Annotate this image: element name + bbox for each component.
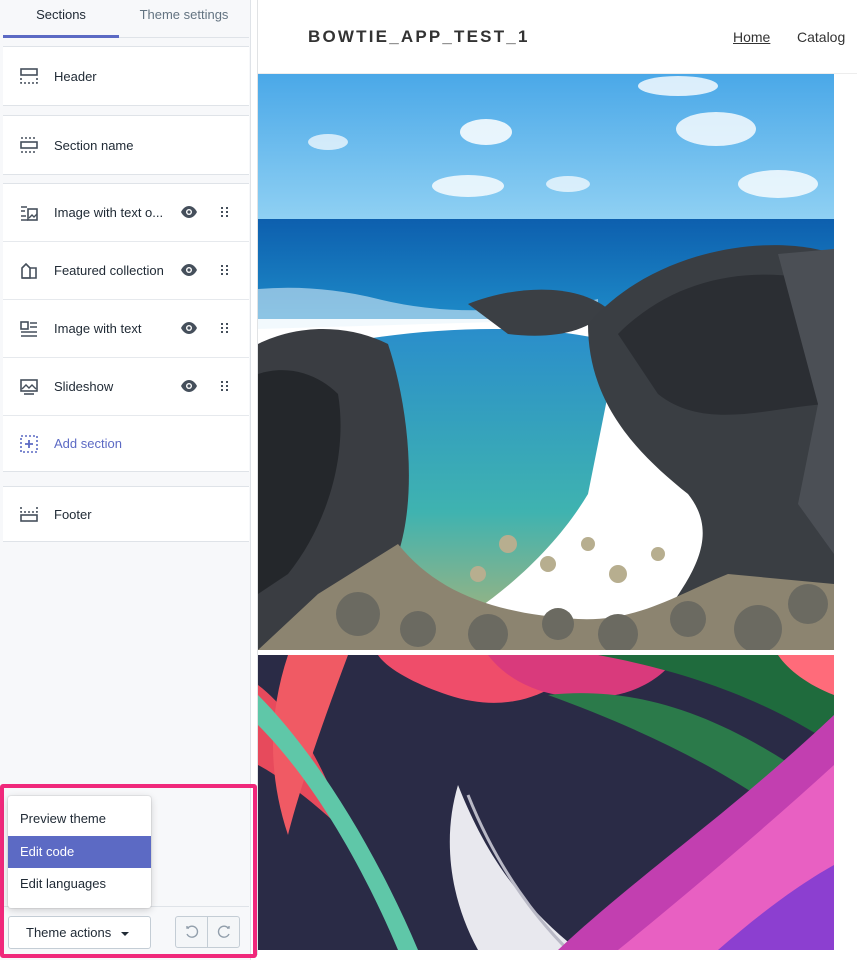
- image-with-text-icon: [18, 318, 40, 340]
- theme-actions-label: Theme actions: [26, 925, 112, 940]
- section-label: Section name: [54, 137, 134, 153]
- redo-icon: [217, 925, 230, 938]
- hero-image-lagoon: [258, 74, 834, 650]
- tab-theme-settings[interactable]: Theme settings: [119, 0, 249, 38]
- eye-icon[interactable]: [181, 379, 197, 393]
- add-section-icon: [18, 433, 40, 455]
- eye-icon[interactable]: [181, 321, 197, 335]
- section-label: Slideshow: [54, 379, 114, 394]
- nav-link-catalog[interactable]: Catalog: [797, 29, 845, 45]
- section-row-slideshow[interactable]: Slideshow: [3, 358, 249, 416]
- store-name[interactable]: BOWTIE_APP_TEST_1: [308, 27, 530, 47]
- section-row-image-with-text[interactable]: Image with text: [3, 300, 249, 358]
- tab-sections[interactable]: Sections: [3, 0, 119, 38]
- section-label: Image with text: [54, 321, 142, 336]
- header-layout-icon: [18, 65, 40, 87]
- add-section-label: Add section: [54, 436, 122, 451]
- section-row-footer[interactable]: Footer: [3, 487, 249, 541]
- slideshow-icon: [18, 376, 40, 398]
- sections-list: Image with text o... Featured collection: [3, 183, 249, 472]
- theme-actions-button[interactable]: Theme actions: [8, 916, 151, 949]
- preview-scroll-gutter: [834, 74, 857, 954]
- store-preview: BOWTIE_APP_TEST_1 Home Catalog: [257, 0, 857, 955]
- theme-actions-menu: Preview theme Edit code Edit languages: [8, 796, 151, 908]
- section-label: Footer: [54, 506, 92, 522]
- theme-editor: Sections Theme settings Header Section n…: [0, 0, 857, 960]
- drag-handle-icon[interactable]: [221, 321, 231, 335]
- section-row-section-name[interactable]: Section name: [3, 116, 249, 174]
- drag-handle-icon[interactable]: [221, 205, 231, 219]
- menu-item-edit-code[interactable]: Edit code: [8, 836, 151, 868]
- eye-icon[interactable]: [181, 263, 197, 277]
- section-label: Featured collection: [54, 263, 164, 278]
- section-label: Image with text o...: [54, 205, 164, 220]
- nav-link-home[interactable]: Home: [733, 29, 770, 45]
- header-card: Header: [3, 46, 249, 106]
- menu-item-preview-theme[interactable]: Preview theme: [8, 803, 151, 835]
- featured-collection-icon: [18, 260, 40, 282]
- undo-button[interactable]: [176, 917, 207, 947]
- section-row-image-with-text-overlay[interactable]: Image with text o...: [3, 184, 249, 242]
- section-name-card: Section name: [3, 115, 249, 175]
- caret-down-icon: [121, 931, 130, 936]
- redo-button[interactable]: [207, 917, 239, 947]
- footer-layout-icon: [18, 503, 40, 525]
- add-section-button[interactable]: Add section: [3, 416, 249, 471]
- store-header: BOWTIE_APP_TEST_1 Home Catalog: [258, 0, 857, 74]
- section-label: Header: [54, 68, 97, 84]
- section-layout-icon: [18, 134, 40, 156]
- image-text-overlay-icon: [18, 202, 40, 224]
- drag-handle-icon[interactable]: [221, 263, 231, 277]
- footer-card: Footer: [3, 486, 249, 542]
- eye-icon[interactable]: [181, 205, 197, 219]
- undo-icon: [186, 925, 198, 938]
- sidebar-tabs: Sections Theme settings: [3, 0, 249, 38]
- menu-item-edit-languages[interactable]: Edit languages: [8, 868, 151, 900]
- drag-handle-icon[interactable]: [221, 379, 231, 393]
- undo-redo-group: [175, 916, 240, 948]
- section-row-featured-collection[interactable]: Featured collection: [3, 242, 249, 300]
- section-row-header[interactable]: Header: [3, 47, 249, 105]
- hero-image-leaves: [258, 655, 834, 950]
